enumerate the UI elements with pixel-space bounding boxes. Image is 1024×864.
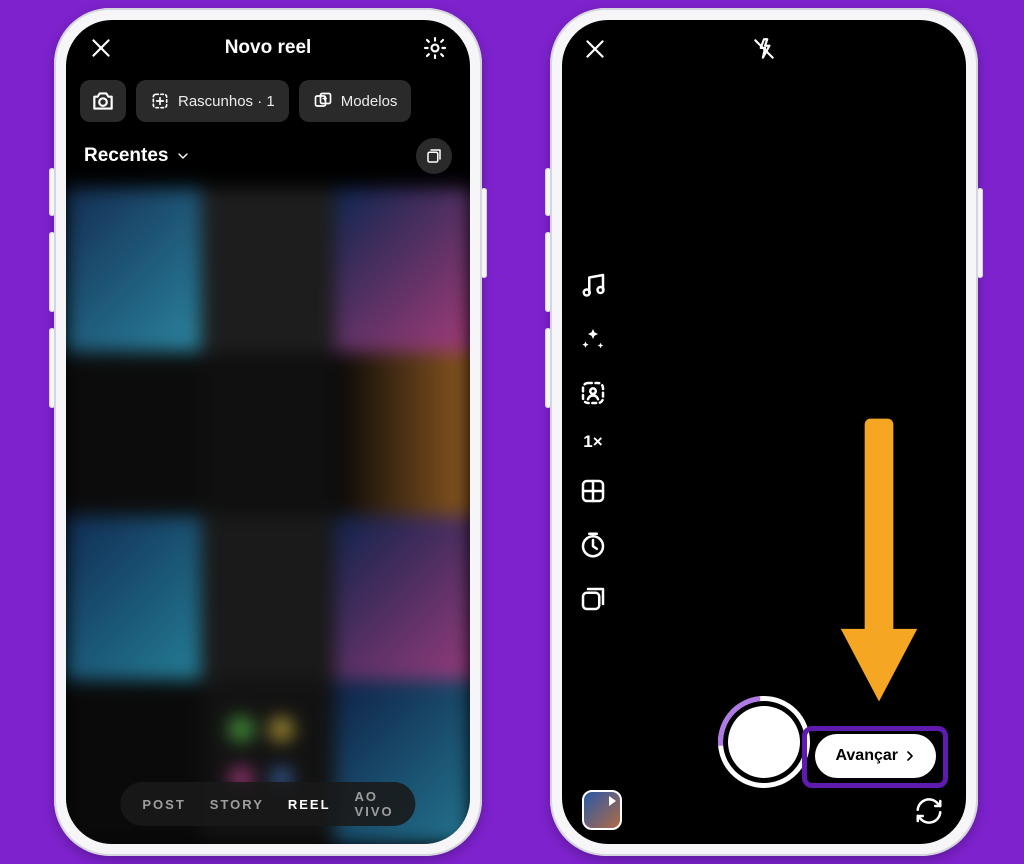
annotation-arrow — [836, 412, 922, 712]
multi-select-button[interactable] — [416, 138, 452, 174]
shutter-inner — [728, 706, 800, 778]
chevron-right-icon — [902, 748, 918, 764]
open-camera-button[interactable] — [80, 80, 126, 122]
settings-gear-icon[interactable] — [422, 35, 448, 61]
drafts-label: Rascunhos · 1 — [178, 93, 275, 110]
effects-icon[interactable] — [578, 324, 608, 354]
shutter-button[interactable] — [718, 696, 810, 788]
capture-mode-selector[interactable]: POST STORY REEL AO VIVO — [120, 782, 415, 826]
album-selector[interactable]: Recentes — [84, 145, 191, 167]
phone-side-button — [49, 328, 55, 408]
next-button[interactable]: Avançar — [815, 734, 936, 778]
gallery-thumbnail-button[interactable] — [582, 790, 622, 830]
next-button-label: Avançar — [835, 747, 898, 765]
layout-icon[interactable] — [578, 476, 608, 506]
flip-camera-icon[interactable] — [914, 796, 944, 826]
mode-live[interactable]: AO VIVO — [355, 789, 394, 819]
drafts-button[interactable]: Rascunhos · 1 — [136, 80, 289, 122]
top-bar: Novo reel — [66, 20, 470, 76]
dual-capture-icon[interactable] — [578, 584, 608, 614]
phone-left: Novo reel Rascunhos · 1 Mode — [54, 8, 482, 856]
green-screen-icon[interactable] — [578, 378, 608, 408]
templates-label: Modelos — [341, 93, 398, 110]
zoom-indicator[interactable]: 1× — [583, 432, 602, 452]
mode-post[interactable]: POST — [142, 797, 185, 812]
chevron-down-icon — [175, 148, 191, 164]
close-icon[interactable] — [88, 35, 114, 61]
phone-side-button — [977, 188, 983, 278]
screen-gallery-picker: Novo reel Rascunhos · 1 Mode — [66, 20, 470, 844]
music-icon[interactable] — [578, 270, 608, 300]
timer-icon[interactable] — [578, 530, 608, 560]
close-icon[interactable] — [582, 36, 608, 62]
phone-side-button — [49, 232, 55, 312]
templates-button[interactable]: Modelos — [299, 80, 412, 122]
drafts-icon — [150, 91, 170, 111]
phone-side-button — [545, 168, 551, 216]
templates-icon — [313, 91, 333, 111]
page-title: Novo reel — [225, 37, 312, 59]
flash-off-icon[interactable] — [751, 36, 777, 62]
mode-story[interactable]: STORY — [210, 797, 264, 812]
phone-side-button — [545, 328, 551, 408]
shutter-ring — [718, 696, 810, 788]
phone-side-button — [545, 232, 551, 312]
camera-icon — [90, 88, 116, 114]
camera-top-bar — [562, 20, 966, 78]
camera-tool-rail: 1× — [578, 270, 608, 614]
phone-side-button — [481, 188, 487, 278]
album-selector-row: Recentes — [66, 136, 470, 184]
media-gallery-grid[interactable] — [66, 188, 470, 844]
phone-side-button — [49, 168, 55, 216]
screen-camera: 1× Avançar — [562, 20, 966, 844]
album-selector-label: Recentes — [84, 145, 169, 167]
mode-reel[interactable]: REEL — [288, 797, 331, 812]
phone-right: 1× Avançar — [550, 8, 978, 856]
multi-select-icon — [425, 147, 443, 165]
chip-row: Rascunhos · 1 Modelos — [66, 76, 470, 136]
